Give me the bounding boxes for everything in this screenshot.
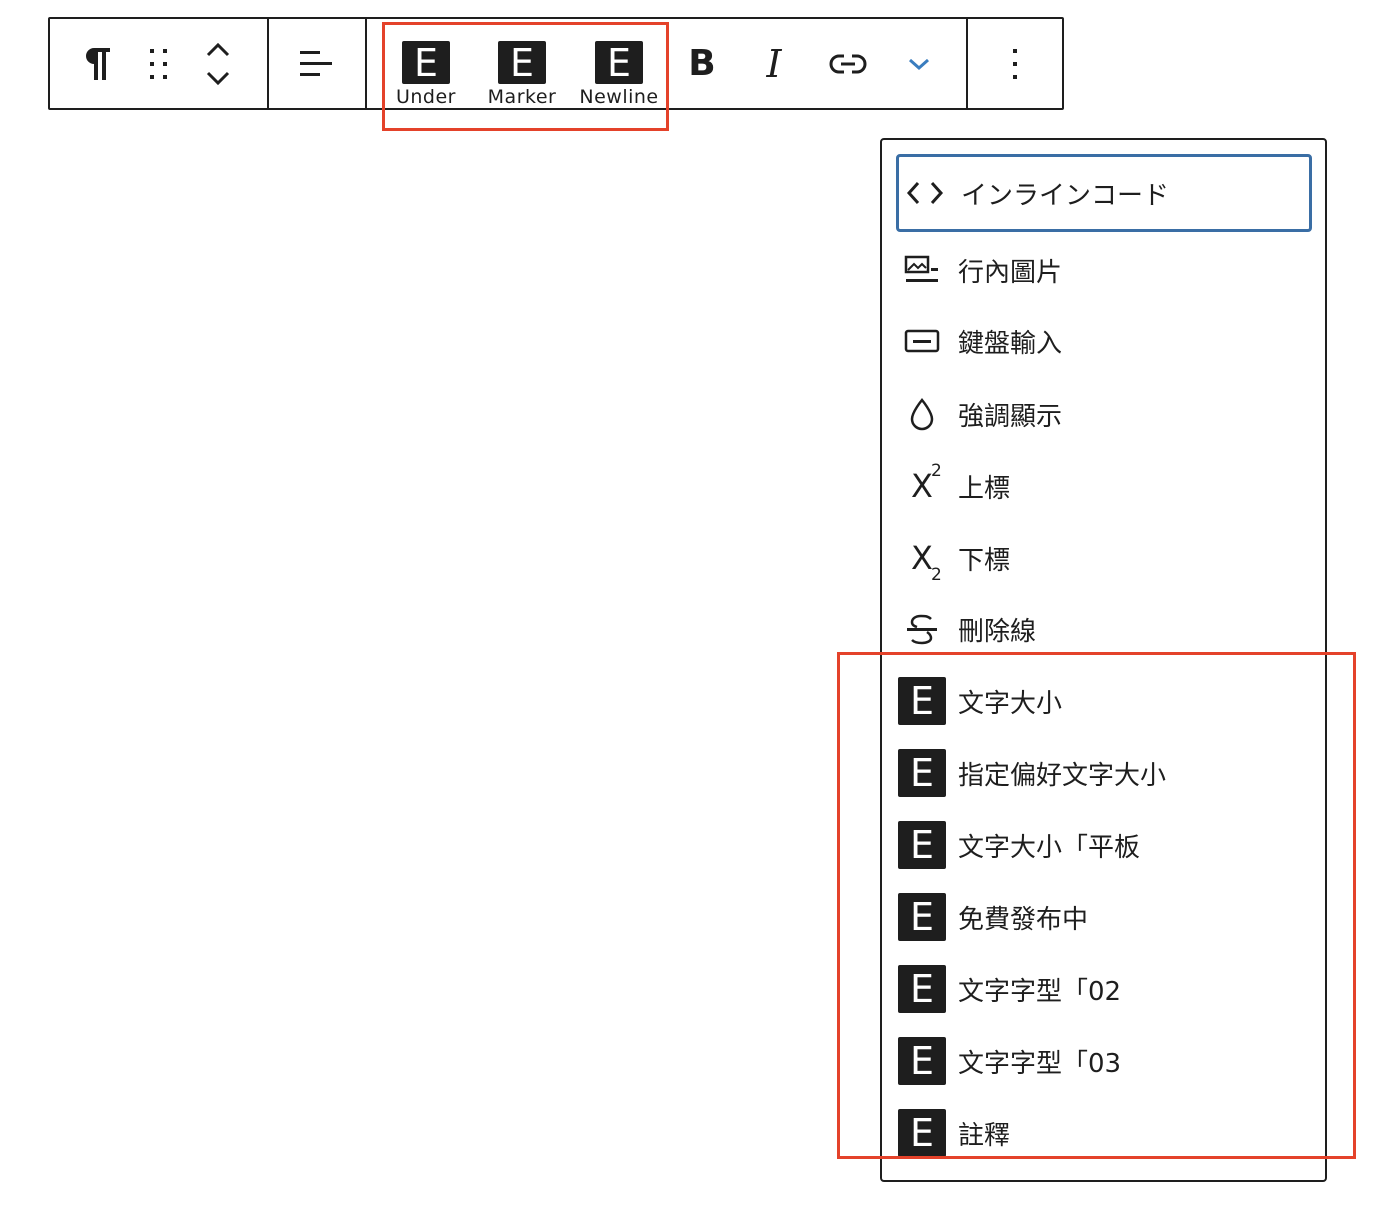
italic-button[interactable]: I [748, 19, 800, 108]
menu-item-font-family-03[interactable]: E 文字字型「03 [896, 1030, 1312, 1092]
toolbar-divider [966, 19, 968, 108]
subscript-mark: 2 [931, 565, 942, 585]
drag-handle[interactable] [134, 19, 184, 108]
menu-item-font-family-02[interactable]: E 文字字型「02 [896, 958, 1312, 1020]
pilcrow-icon [86, 47, 110, 80]
menu-item-preferred-font-size[interactable]: E 指定偏好文字大小 [896, 742, 1312, 804]
menu-item-font-size[interactable]: E 文字大小 [896, 670, 1312, 732]
menu-item-label: 下標 [958, 545, 1011, 576]
menu-item-free-release[interactable]: E 免費發布中 [896, 886, 1312, 948]
link-icon [829, 54, 867, 73]
menu-item-label: 行內圖片 [958, 257, 1063, 288]
format-dropdown-menu: インラインコード 行內圖片 鍵盤輸入 強調顯示 X 2 上標 X 2 下標 刪除… [880, 138, 1327, 1182]
chevron-down-icon[interactable] [205, 69, 231, 87]
align-left-icon [300, 50, 332, 76]
options-button[interactable] [984, 19, 1046, 108]
italic-icon: I [766, 41, 782, 86]
under-format-button[interactable]: E Under [386, 19, 466, 108]
superscript-mark: 2 [931, 461, 942, 481]
menu-item-label: 指定偏好文字大小 [958, 760, 1167, 791]
newline-format-button[interactable]: E Newline [576, 19, 662, 108]
menu-item-label: 免費發布中 [958, 904, 1089, 935]
strikethrough-icon [896, 613, 948, 645]
menu-item-label: 上標 [958, 473, 1011, 504]
e-format-icon: E [898, 1037, 946, 1085]
menu-item-label: インラインコード [961, 180, 1170, 211]
superscript-base: X [911, 467, 933, 505]
e-format-icon: E [898, 749, 946, 797]
inline-image-icon [896, 255, 948, 285]
e-format-icon: E [898, 677, 946, 725]
bold-icon: B [688, 43, 716, 84]
e-format-icon: E [898, 893, 946, 941]
e-format-icon: E [898, 821, 946, 869]
link-button[interactable] [816, 19, 880, 108]
paragraph-block-button[interactable] [68, 19, 126, 108]
more-formats-button[interactable] [892, 19, 946, 108]
superscript-icon: X2 [896, 461, 948, 505]
e-format-icon: E [898, 965, 946, 1013]
menu-item-label: 文字大小「平板 [958, 832, 1141, 863]
menu-item-strikethrough[interactable]: 刪除線 [896, 598, 1312, 660]
bold-button[interactable]: B [676, 19, 728, 108]
move-block-controls [190, 19, 246, 108]
toolbar-divider [267, 19, 269, 108]
e-format-icon: E [898, 1109, 946, 1157]
toolbar-divider [365, 19, 367, 108]
e-format-icon: E [595, 41, 643, 84]
menu-item-highlight[interactable]: 強調顯示 [896, 383, 1312, 445]
align-button[interactable] [284, 19, 348, 108]
chevron-down-icon [909, 58, 929, 70]
menu-item-subscript[interactable]: X2 下標 [896, 527, 1312, 589]
menu-item-label: 文字字型「03 [958, 1048, 1122, 1079]
marker-format-button[interactable]: E Marker [482, 19, 562, 108]
highlight-drop-icon [896, 397, 948, 431]
format-label: Marker [487, 86, 557, 108]
code-icon [899, 180, 951, 206]
menu-item-inline-image[interactable]: 行內圖片 [896, 239, 1312, 301]
menu-item-label: 文字大小 [958, 688, 1063, 719]
subscript-base: X [911, 539, 933, 577]
chevron-up-icon[interactable] [205, 41, 231, 59]
block-toolbar: E Under E Marker E Newline B I [48, 17, 1064, 110]
format-label: Under [395, 86, 456, 108]
menu-item-superscript[interactable]: X2 上標 [896, 455, 1312, 517]
menu-item-keyboard-input[interactable]: 鍵盤輸入 [896, 310, 1312, 372]
menu-item-label: 強調顯示 [958, 401, 1063, 432]
menu-item-label: 文字字型「02 [958, 976, 1122, 1007]
subscript-icon: X2 [896, 539, 948, 585]
menu-item-inline-code[interactable]: インラインコード [896, 154, 1312, 232]
menu-item-label: 註釋 [958, 1120, 1011, 1151]
keyboard-icon [896, 329, 948, 353]
menu-item-font-size-tablet[interactable]: E 文字大小「平板 [896, 814, 1312, 876]
menu-item-label: 刪除線 [958, 616, 1037, 647]
menu-item-annotation[interactable]: E 註釋 [896, 1102, 1312, 1164]
drag-handle-icon [150, 48, 167, 79]
vertical-ellipsis-icon [1013, 48, 1017, 79]
e-format-icon: E [498, 41, 546, 84]
format-label: Newline [579, 86, 659, 108]
menu-item-label: 鍵盤輸入 [958, 328, 1063, 359]
e-format-icon: E [402, 41, 450, 84]
